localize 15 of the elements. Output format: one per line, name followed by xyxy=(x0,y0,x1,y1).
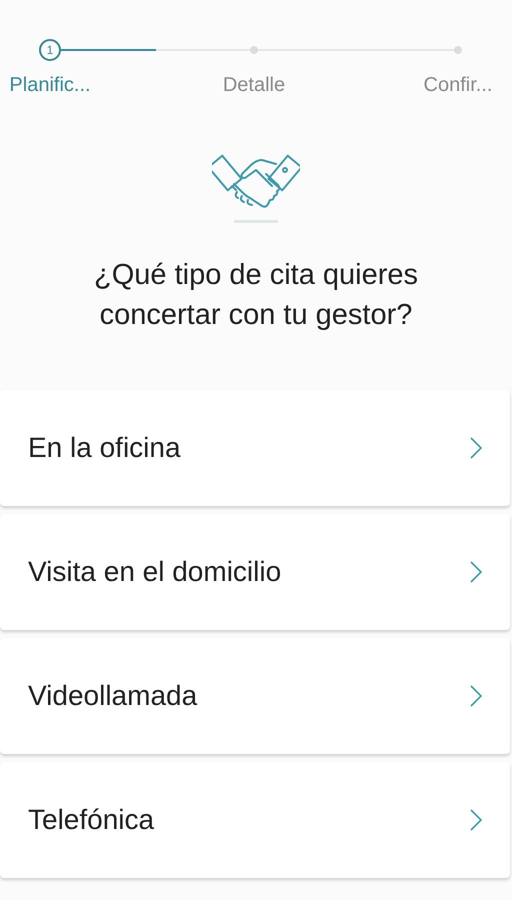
chevron-right-icon xyxy=(470,561,482,583)
step-number: 1 xyxy=(39,39,61,61)
option-card[interactable]: Visita en el domicilio xyxy=(0,514,510,630)
step-label[interactable]: Planific... xyxy=(9,74,91,97)
option-label: Videollamada xyxy=(28,680,198,712)
option-label: Visita en el domicilio xyxy=(28,556,282,588)
question-heading: ¿Qué tipo de cita quieres concertar con tu gestor? xyxy=(92,258,419,333)
chevron-right-icon xyxy=(470,809,482,831)
option-card[interactable]: En la oficina xyxy=(0,390,510,506)
chevron-right-icon xyxy=(470,685,482,707)
chevron-right-icon xyxy=(470,437,482,459)
option-label: En la oficina xyxy=(28,432,181,464)
option-label: Telefónica xyxy=(28,804,154,836)
option-card[interactable]: Telefónica xyxy=(0,762,510,878)
option-card[interactable]: Videollamada xyxy=(0,638,510,754)
